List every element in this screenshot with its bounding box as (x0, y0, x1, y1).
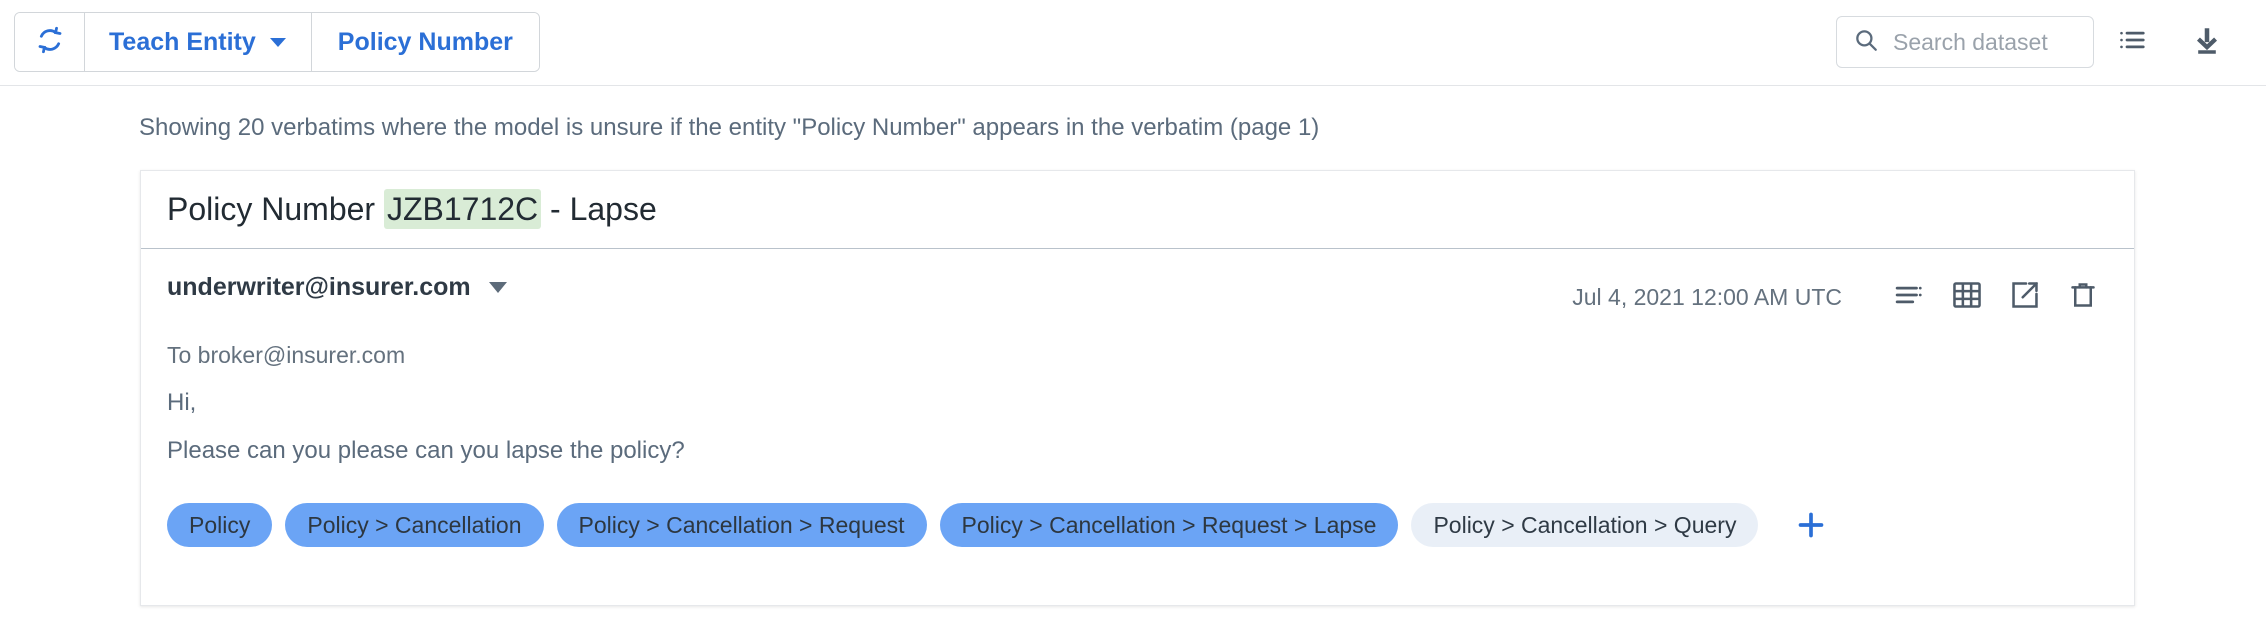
entity-name-label: Policy Number (337, 27, 513, 56)
results-status-text: Showing 20 verbatims where the model is … (139, 114, 1320, 141)
search-icon (1853, 27, 1879, 58)
chevron-down-icon[interactable] (488, 282, 507, 293)
recipient-address: To broker@insurer.com (167, 342, 406, 368)
card-title-suffix: - Lapse (541, 191, 657, 227)
refresh-icon (34, 24, 66, 61)
refresh-button[interactable] (15, 13, 85, 71)
message-body-line-1: Hi, (167, 389, 197, 416)
trash-icon (2068, 280, 2098, 315)
label-chip[interactable]: Policy (167, 503, 273, 547)
toolbar-right-group: Search dataset (1836, 12, 2244, 72)
top-toolbar: Teach Entity Policy Number Search datase… (0, 0, 2266, 86)
table-grid-icon (1951, 279, 1983, 316)
metadata-list-icon (1894, 280, 1924, 315)
teach-entity-label: Teach Entity (109, 27, 256, 56)
add-label-button[interactable] (1791, 505, 1831, 545)
card-header: Policy Number JZB1712C - Lapse (141, 171, 2134, 249)
entity-name-button[interactable]: Policy Number (311, 13, 539, 71)
delete-button[interactable] (2054, 275, 2112, 319)
label-chip[interactable]: Policy > Cancellation (285, 503, 544, 547)
search-input-placeholder[interactable]: Search dataset (1893, 29, 2048, 56)
card-title-prefix: Policy Number (167, 191, 384, 227)
toolbar-button-group: Teach Entity Policy Number (14, 12, 540, 72)
chevron-down-icon (269, 37, 286, 47)
label-chip[interactable]: Policy > Cancellation > Request > Lapse (939, 503, 1399, 547)
plus-icon (1799, 512, 1824, 538)
list-view-button[interactable] (2094, 16, 2170, 68)
message-meta: Jul 4, 2021 12:00 AM UTC (1572, 275, 2112, 319)
label-chip[interactable]: Policy > Cancellation > Request (556, 503, 927, 547)
table-view-button[interactable] (1938, 275, 1996, 319)
metadata-button[interactable] (1880, 275, 1938, 319)
label-chips: Policy Policy > Cancellation Policy > Canc… (167, 503, 1831, 547)
search-dataset-box[interactable]: Search dataset (1836, 16, 2094, 68)
label-chip[interactable]: Policy > Cancellation > Query (1411, 503, 1759, 547)
download-icon (2191, 24, 2223, 61)
verbatim-card: Policy Number JZB1712C - Lapse underwrit… (140, 170, 2135, 606)
card-body: underwriter@insurer.com To broker@insure… (141, 249, 2134, 605)
card-title: Policy Number JZB1712C - Lapse (167, 189, 657, 229)
sender-address: underwriter@insurer.com (167, 273, 471, 301)
list-icon (2117, 25, 2147, 60)
download-button[interactable] (2170, 16, 2244, 68)
message-body-line-2: Please can you please can you lapse the … (167, 437, 685, 464)
open-external-button[interactable] (1996, 275, 2054, 319)
message-timestamp: Jul 4, 2021 12:00 AM UTC (1572, 283, 1842, 310)
external-link-icon (2009, 279, 2041, 316)
entity-highlight: JZB1712C (383, 189, 542, 229)
teach-entity-dropdown[interactable]: Teach Entity (85, 13, 312, 71)
